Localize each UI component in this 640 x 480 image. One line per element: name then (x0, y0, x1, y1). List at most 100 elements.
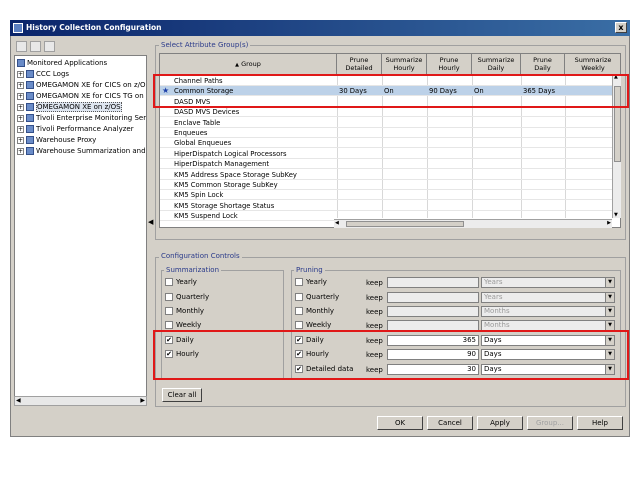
expand-icon[interactable]: + (17, 125, 24, 133)
clear-all-button[interactable]: Clear all (162, 388, 202, 402)
chevron-down-icon[interactable]: ▼ (605, 293, 614, 302)
table-cell (521, 118, 565, 128)
checkbox-icon[interactable] (165, 278, 173, 286)
tree-item-omegamon-cics-tg[interactable]: + OMEGAMON XE for CICS TG on z (17, 91, 146, 102)
new-icon[interactable] (16, 41, 27, 52)
expand-icon[interactable]: + (17, 81, 24, 89)
scroll-right-icon[interactable]: ▶ (140, 397, 145, 404)
column-header-summarize-weekly[interactable]: Summarize Weekly (565, 54, 620, 75)
table-cell (565, 118, 612, 128)
scroll-thumb[interactable] (346, 221, 464, 227)
table-cell (337, 159, 382, 169)
prune-quarterly-checkbox[interactable]: Quarterly (295, 293, 339, 301)
application-icon (26, 136, 34, 144)
table-cell (521, 138, 565, 148)
attribute-group-title: Select Attribute Group(s) (159, 41, 251, 49)
expand-icon[interactable]: + (17, 103, 24, 111)
table-row[interactable]: KM5 Address Space Storage SubKey (160, 170, 612, 180)
tree-horizontal-scrollbar[interactable]: ◀ ▶ (14, 396, 147, 406)
scroll-right-icon[interactable]: ▶ (607, 220, 611, 226)
table-cell (382, 190, 427, 200)
table-cell (521, 107, 565, 117)
summarize-yearly-checkbox[interactable]: Yearly (165, 278, 197, 286)
tree-item-omegamon-zos[interactable]: + OMEGAMON XE on z/OS (17, 102, 122, 113)
table-row[interactable]: HiperDispatch Management (160, 159, 612, 170)
tree-item-omegamon-cics[interactable]: + OMEGAMON XE for CICS on z/OS (17, 80, 146, 91)
table-cell (521, 190, 565, 200)
checkbox-icon[interactable] (165, 307, 173, 315)
table-row[interactable]: HiperDispatch Logical Processors (160, 149, 612, 159)
expand-icon[interactable]: + (17, 114, 24, 122)
column-header-summarize-daily[interactable]: Summarize Daily (472, 54, 521, 75)
table-cell: Global Enqueues (174, 139, 232, 148)
prune-yearly-value-input[interactable] (387, 277, 479, 288)
highlight-box-table (153, 74, 629, 108)
checkbox-icon[interactable] (295, 321, 303, 329)
table-row[interactable]: Enclave Table (160, 118, 612, 128)
application-icon (26, 147, 34, 155)
cancel-button[interactable]: Cancel (427, 416, 473, 430)
tree-item-warehouse-summarization[interactable]: + Warehouse Summarization and (17, 146, 146, 157)
tree-item-tems[interactable]: + Tivoli Enterprise Monitoring Serv (17, 113, 146, 124)
chevron-down-icon[interactable]: ▼ (605, 278, 614, 287)
highlight-box-controls (153, 330, 629, 380)
prune-quarterly-value-input[interactable] (387, 292, 479, 303)
column-header-prune-daily[interactable]: Prune Daily (521, 54, 565, 75)
prune-monthly-unit-select[interactable]: Months ▼ (481, 306, 615, 317)
tree-item-monitored-applications[interactable]: Monitored Applications (17, 58, 107, 69)
prune-weekly-checkbox[interactable]: Weekly (295, 321, 331, 329)
column-header-prune-detailed[interactable]: Prune Detailed (337, 54, 382, 75)
table-cell: DASD MVS Devices (174, 108, 240, 117)
table-row[interactable]: KM5 Storage Shortage Status (160, 201, 612, 211)
apply-button[interactable]: Apply (477, 416, 523, 430)
checkbox-icon[interactable] (295, 307, 303, 315)
prune-quarterly-unit-select[interactable]: Years ▼ (481, 292, 615, 303)
prune-monthly-value-input[interactable] (387, 306, 479, 317)
expand-icon[interactable]: + (17, 92, 24, 100)
tree-item-performance-analyzer[interactable]: + Tivoli Performance Analyzer (17, 124, 134, 135)
scroll-left-icon[interactable]: ◀ (16, 397, 21, 404)
table-row[interactable]: Global Enqueues (160, 138, 612, 149)
table-row[interactable]: KM5 Common Storage SubKey (160, 180, 612, 190)
group-button[interactable]: Group... (527, 416, 573, 430)
delete-icon[interactable] (44, 41, 55, 52)
table-cell: KM5 Suspend Lock (174, 212, 238, 221)
help-button[interactable]: Help (577, 416, 623, 430)
close-button[interactable]: x (615, 22, 627, 33)
summarize-monthly-checkbox[interactable]: Monthly (165, 307, 204, 315)
table-row[interactable]: KM5 Spin Lock (160, 190, 612, 201)
table-cell (337, 128, 382, 138)
table-cell: HiperDispatch Logical Processors (174, 149, 287, 158)
ok-button[interactable]: OK (377, 416, 423, 430)
summarize-quarterly-checkbox[interactable]: Quarterly (165, 293, 209, 301)
checkbox-icon[interactable] (295, 278, 303, 286)
chevron-down-icon[interactable]: ▼ (605, 321, 614, 330)
expand-icon[interactable]: + (17, 136, 24, 144)
table-row[interactable]: Enqueues (160, 128, 612, 138)
column-header-summarize-hourly[interactable]: Summarize Hourly (382, 54, 427, 75)
scroll-down-icon[interactable]: ▼ (614, 212, 618, 218)
table-row[interactable]: DASD MVS Devices (160, 107, 612, 118)
table-horizontal-scrollbar[interactable]: ◀ ▶ (334, 219, 612, 228)
table-cell (337, 190, 382, 200)
prune-yearly-unit-select[interactable]: Years ▼ (481, 277, 615, 288)
tree-item-warehouse-proxy[interactable]: + Warehouse Proxy (17, 135, 96, 146)
table-cell (427, 190, 472, 200)
column-header-group[interactable]: ▲ Group (160, 54, 337, 75)
collapse-panel-icon[interactable]: ◀ (148, 218, 153, 226)
expand-icon[interactable]: + (17, 147, 24, 155)
prune-yearly-checkbox[interactable]: Yearly (295, 278, 327, 286)
column-header-prune-hourly[interactable]: Prune Hourly (427, 54, 472, 75)
expand-icon[interactable]: + (17, 70, 24, 78)
checkbox-icon[interactable] (165, 321, 173, 329)
checkbox-icon[interactable] (165, 293, 173, 301)
scroll-left-icon[interactable]: ◀ (335, 220, 339, 226)
summarize-weekly-checkbox[interactable]: Weekly (165, 321, 201, 329)
prune-monthly-checkbox[interactable]: Monthly (295, 307, 334, 315)
table-cell (472, 180, 521, 190)
table-cell (337, 180, 382, 190)
chevron-down-icon[interactable]: ▼ (605, 307, 614, 316)
checkbox-icon[interactable] (295, 293, 303, 301)
copy-icon[interactable] (30, 41, 41, 52)
tree-item-ccc-logs[interactable]: + CCC Logs (17, 69, 69, 80)
